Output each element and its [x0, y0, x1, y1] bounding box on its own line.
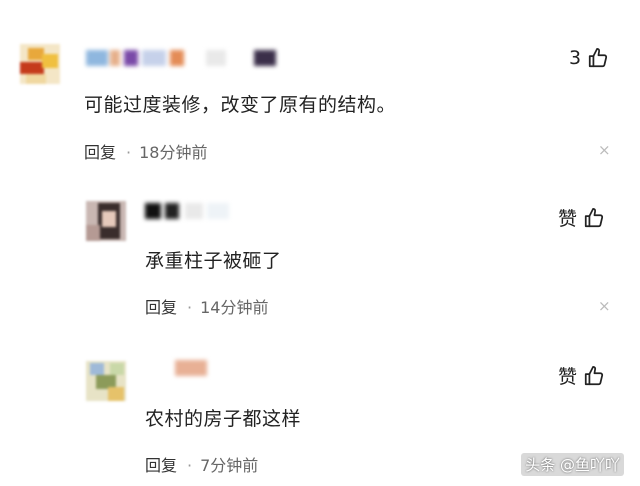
- reply-button[interactable]: 回复: [84, 143, 116, 162]
- avatar[interactable]: [20, 44, 60, 84]
- timestamp: 7分钟前: [200, 456, 259, 475]
- separator: ·: [187, 456, 193, 475]
- thumbs-up-icon: [584, 365, 604, 385]
- thumbs-up-icon: [584, 207, 604, 227]
- avatar[interactable]: [86, 361, 126, 401]
- comment-1: 可能过度装修，改变了原有的结构。 回复 · 18分钟前 3 ×: [0, 0, 640, 170]
- like-button[interactable]: 赞: [558, 204, 605, 231]
- comment-text: 可能过度装修，改变了原有的结构。: [84, 94, 397, 116]
- reply-button[interactable]: 回复: [145, 456, 177, 475]
- separator: ·: [187, 298, 193, 317]
- like-label: 赞: [558, 366, 578, 388]
- comment-meta: 回复 · 18分钟前: [84, 139, 207, 163]
- like-button[interactable]: 3: [569, 47, 609, 69]
- comment-2: 承重柱子被砸了 回复 · 14分钟前 赞 ×: [0, 180, 640, 330]
- close-icon[interactable]: ×: [598, 141, 611, 159]
- comment-meta: 回复 · 7分钟前: [145, 452, 258, 476]
- username-blurred[interactable]: [145, 203, 229, 219]
- avatar[interactable]: [86, 201, 126, 241]
- timestamp: 18分钟前: [139, 143, 208, 162]
- thumbs-up-icon: [588, 47, 608, 68]
- like-button[interactable]: 赞: [558, 362, 605, 389]
- comment-text: 承重柱子被砸了: [145, 250, 282, 272]
- watermark: 头条 @鱼吖吖: [521, 453, 624, 476]
- like-count: 3: [569, 47, 582, 69]
- comment-text: 农村的房子都这样: [145, 408, 302, 430]
- close-icon[interactable]: ×: [598, 297, 611, 315]
- username-blurred[interactable]: [175, 360, 207, 376]
- like-label: 赞: [558, 208, 578, 230]
- comment-meta: 回复 · 14分钟前: [145, 294, 268, 318]
- timestamp: 14分钟前: [200, 298, 269, 317]
- separator: ·: [126, 143, 132, 162]
- reply-button[interactable]: 回复: [145, 298, 177, 317]
- username-blurred[interactable]: [86, 50, 276, 66]
